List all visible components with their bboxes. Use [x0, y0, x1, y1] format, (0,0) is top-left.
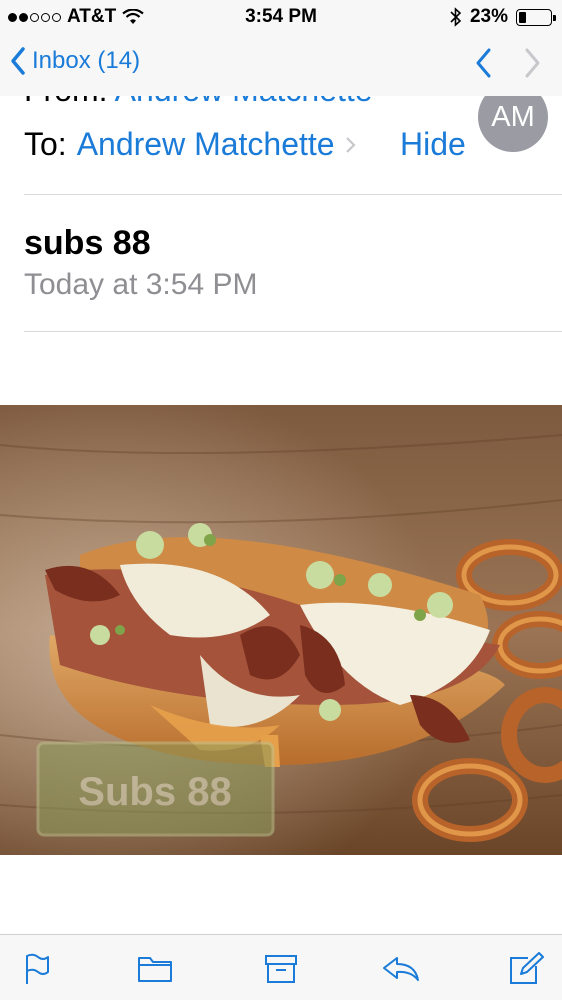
chevron-left-icon [11, 47, 25, 75]
hide-details-button[interactable]: Hide [400, 126, 466, 163]
reply-button[interactable] [381, 949, 421, 989]
chevron-right-icon [345, 136, 356, 153]
message-date: Today at 3:54 PM [24, 268, 258, 301]
attached-photo[interactable]: Subs 88 [0, 405, 562, 855]
compose-button[interactable] [506, 949, 546, 989]
compose-icon [510, 952, 544, 984]
from-sender-link[interactable]: Andrew Matchette [115, 96, 373, 108]
battery-icon [516, 8, 556, 26]
bluetooth-icon [450, 7, 462, 27]
previous-message-icon[interactable] [474, 46, 494, 80]
flag-icon [26, 953, 49, 984]
back-to-inbox-button[interactable]: Inbox (14) [10, 46, 140, 76]
flag-button[interactable] [17, 949, 57, 989]
from-label: From: [24, 96, 108, 108]
archive-icon [265, 955, 297, 983]
battery-percent: 23% [469, 6, 508, 27]
next-message-icon[interactable] [522, 46, 542, 80]
avatar[interactable]: AM [478, 96, 548, 152]
from-line: From: Andrew Matchette [24, 96, 373, 109]
to-recipient-link[interactable]: Andrew Matchette [77, 126, 335, 163]
back-label: Inbox (14) [32, 47, 141, 74]
archive-button[interactable] [261, 949, 301, 989]
message-header: From: Andrew Matchette AM To: Andrew Mat… [0, 96, 562, 336]
to-label: To: [24, 126, 67, 162]
watermark-text: Subs 88 [78, 770, 231, 814]
folder-icon [138, 957, 172, 982]
to-line: To: Andrew Matchette [24, 126, 357, 163]
battery-level [519, 11, 526, 23]
bottom-toolbar [0, 934, 562, 1000]
nav-bar: Inbox (14) [0, 34, 562, 96]
subs88-watermark: Subs 88 [36, 741, 275, 837]
message-subject: subs 88 [24, 224, 151, 262]
reply-icon [383, 957, 419, 981]
divider [24, 194, 562, 195]
move-to-folder-button[interactable] [135, 949, 175, 989]
status-bar: AT&T 3:54 PM 23% [0, 0, 562, 34]
divider [24, 331, 562, 332]
